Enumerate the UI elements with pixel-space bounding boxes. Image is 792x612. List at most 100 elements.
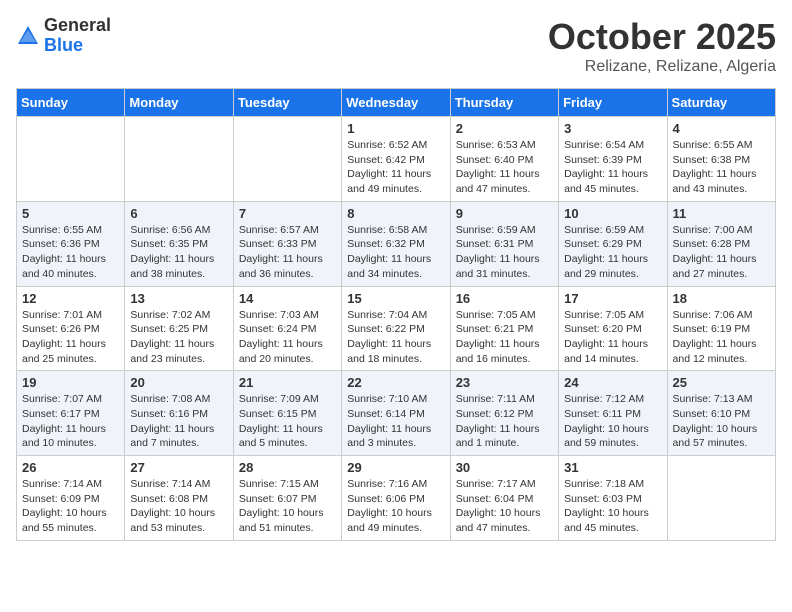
day-info: Sunrise: 7:05 AM Sunset: 6:20 PM Dayligh… [564, 308, 661, 367]
day-number: 29 [347, 460, 444, 475]
day-info: Sunrise: 7:01 AM Sunset: 6:26 PM Dayligh… [22, 308, 119, 367]
day-info: Sunrise: 7:00 AM Sunset: 6:28 PM Dayligh… [673, 223, 770, 282]
calendar-cell [233, 117, 341, 202]
day-number: 20 [130, 375, 227, 390]
day-info: Sunrise: 6:56 AM Sunset: 6:35 PM Dayligh… [130, 223, 227, 282]
day-number: 23 [456, 375, 553, 390]
page-header: General Blue October 2025 Relizane, Reli… [16, 16, 776, 76]
day-number: 15 [347, 291, 444, 306]
day-info: Sunrise: 7:16 AM Sunset: 6:06 PM Dayligh… [347, 477, 444, 536]
calendar-weekday-saturday: Saturday [667, 89, 775, 117]
calendar-cell: 31 Sunrise: 7:18 AM Sunset: 6:03 PM Dayli… [559, 456, 667, 541]
day-number: 22 [347, 375, 444, 390]
day-number: 27 [130, 460, 227, 475]
day-info: Sunrise: 6:58 AM Sunset: 6:32 PM Dayligh… [347, 223, 444, 282]
day-info: Sunrise: 6:59 AM Sunset: 6:29 PM Dayligh… [564, 223, 661, 282]
calendar-cell: 26 Sunrise: 7:14 AM Sunset: 6:09 PM Dayli… [17, 456, 125, 541]
day-number: 4 [673, 121, 770, 136]
title-section: October 2025 Relizane, Relizane, Algeria [548, 16, 776, 76]
calendar-cell: 20 Sunrise: 7:08 AM Sunset: 6:16 PM Dayli… [125, 371, 233, 456]
logo-icon [16, 24, 40, 48]
day-info: Sunrise: 7:10 AM Sunset: 6:14 PM Dayligh… [347, 392, 444, 451]
calendar-row-4: 19 Sunrise: 7:07 AM Sunset: 6:17 PM Dayli… [17, 371, 776, 456]
calendar-cell: 18Sunrise: 7:06 AM Sunset: 6:19 PM Dayli… [667, 286, 775, 371]
day-number: 13 [130, 291, 227, 306]
calendar-cell: 29 Sunrise: 7:16 AM Sunset: 6:06 PM Dayli… [342, 456, 450, 541]
day-number: 16 [456, 291, 553, 306]
day-info: Sunrise: 7:07 AM Sunset: 6:17 PM Dayligh… [22, 392, 119, 451]
day-info: Sunrise: 7:04 AM Sunset: 6:22 PM Dayligh… [347, 308, 444, 367]
calendar-cell: 14 Sunrise: 7:03 AM Sunset: 6:24 PM Dayli… [233, 286, 341, 371]
day-info: Sunrise: 7:09 AM Sunset: 6:15 PM Dayligh… [239, 392, 336, 451]
day-info: Sunrise: 6:52 AM Sunset: 6:42 PM Dayligh… [347, 138, 444, 197]
calendar-cell: 25Sunrise: 7:13 AM Sunset: 6:10 PM Dayli… [667, 371, 775, 456]
day-info: Sunrise: 7:17 AM Sunset: 6:04 PM Dayligh… [456, 477, 553, 536]
day-number: 21 [239, 375, 336, 390]
calendar-cell: 22 Sunrise: 7:10 AM Sunset: 6:14 PM Dayli… [342, 371, 450, 456]
calendar-weekday-sunday: Sunday [17, 89, 125, 117]
calendar-row-5: 26 Sunrise: 7:14 AM Sunset: 6:09 PM Dayli… [17, 456, 776, 541]
calendar-cell: 28 Sunrise: 7:15 AM Sunset: 6:07 PM Dayli… [233, 456, 341, 541]
calendar-cell: 7Sunrise: 6:57 AM Sunset: 6:33 PM Daylig… [233, 201, 341, 286]
day-number: 26 [22, 460, 119, 475]
calendar-cell: 24Sunrise: 7:12 AM Sunset: 6:11 PM Dayli… [559, 371, 667, 456]
day-number: 12 [22, 291, 119, 306]
day-info: Sunrise: 7:14 AM Sunset: 6:09 PM Dayligh… [22, 477, 119, 536]
day-info: Sunrise: 7:08 AM Sunset: 6:16 PM Dayligh… [130, 392, 227, 451]
calendar-cell: 21 Sunrise: 7:09 AM Sunset: 6:15 PM Dayli… [233, 371, 341, 456]
calendar-cell: 12 Sunrise: 7:01 AM Sunset: 6:26 PM Dayli… [17, 286, 125, 371]
calendar-cell: 13 Sunrise: 7:02 AM Sunset: 6:25 PM Dayli… [125, 286, 233, 371]
day-number: 1 [347, 121, 444, 136]
day-info: Sunrise: 6:54 AM Sunset: 6:39 PM Dayligh… [564, 138, 661, 197]
calendar-cell: 16Sunrise: 7:05 AM Sunset: 6:21 PM Dayli… [450, 286, 558, 371]
calendar-weekday-monday: Monday [125, 89, 233, 117]
calendar-header-row: SundayMondayTuesdayWednesdayThursdayFrid… [17, 89, 776, 117]
day-info: Sunrise: 7:13 AM Sunset: 6:10 PM Dayligh… [673, 392, 770, 451]
logo-blue: Blue [44, 36, 111, 56]
calendar-cell: 23 Sunrise: 7:11 AM Sunset: 6:12 PM Dayli… [450, 371, 558, 456]
day-info: Sunrise: 7:02 AM Sunset: 6:25 PM Dayligh… [130, 308, 227, 367]
day-info: Sunrise: 7:15 AM Sunset: 6:07 PM Dayligh… [239, 477, 336, 536]
day-number: 9 [456, 206, 553, 221]
day-info: Sunrise: 7:11 AM Sunset: 6:12 PM Dayligh… [456, 392, 553, 451]
subtitle: Relizane, Relizane, Algeria [548, 58, 776, 76]
calendar-cell: 15 Sunrise: 7:04 AM Sunset: 6:22 PM Dayli… [342, 286, 450, 371]
day-info: Sunrise: 7:06 AM Sunset: 6:19 PM Dayligh… [673, 308, 770, 367]
day-number: 7 [239, 206, 336, 221]
day-number: 8 [347, 206, 444, 221]
calendar-cell [667, 456, 775, 541]
day-number: 6 [130, 206, 227, 221]
day-info: Sunrise: 7:03 AM Sunset: 6:24 PM Dayligh… [239, 308, 336, 367]
calendar-cell: 19 Sunrise: 7:07 AM Sunset: 6:17 PM Dayli… [17, 371, 125, 456]
calendar-cell: 10 Sunrise: 6:59 AM Sunset: 6:29 PM Dayli… [559, 201, 667, 286]
month-title: October 2025 [548, 16, 776, 58]
calendar-weekday-thursday: Thursday [450, 89, 558, 117]
day-number: 19 [22, 375, 119, 390]
day-info: Sunrise: 6:53 AM Sunset: 6:40 PM Dayligh… [456, 138, 553, 197]
calendar-weekday-friday: Friday [559, 89, 667, 117]
day-number: 10 [564, 206, 661, 221]
day-number: 14 [239, 291, 336, 306]
logo-general: General [44, 16, 111, 36]
logo: General Blue [16, 16, 111, 56]
calendar-cell: 27 Sunrise: 7:14 AM Sunset: 6:08 PM Dayli… [125, 456, 233, 541]
day-number: 31 [564, 460, 661, 475]
day-info: Sunrise: 7:12 AM Sunset: 6:11 PM Dayligh… [564, 392, 661, 451]
day-info: Sunrise: 7:14 AM Sunset: 6:08 PM Dayligh… [130, 477, 227, 536]
day-number: 2 [456, 121, 553, 136]
day-info: Sunrise: 6:55 AM Sunset: 6:36 PM Dayligh… [22, 223, 119, 282]
day-number: 28 [239, 460, 336, 475]
day-info: Sunrise: 7:18 AM Sunset: 6:03 PM Dayligh… [564, 477, 661, 536]
day-number: 11 [673, 206, 770, 221]
calendar-cell: 9 Sunrise: 6:59 AM Sunset: 6:31 PM Daylig… [450, 201, 558, 286]
calendar-cell: 17Sunrise: 7:05 AM Sunset: 6:20 PM Dayli… [559, 286, 667, 371]
calendar-weekday-tuesday: Tuesday [233, 89, 341, 117]
day-number: 30 [456, 460, 553, 475]
calendar-cell: 11 Sunrise: 7:00 AM Sunset: 6:28 PM Dayli… [667, 201, 775, 286]
calendar-cell: 4Sunrise: 6:55 AM Sunset: 6:38 PM Daylig… [667, 117, 775, 202]
day-info: Sunrise: 6:59 AM Sunset: 6:31 PM Dayligh… [456, 223, 553, 282]
calendar-cell: 30 Sunrise: 7:17 AM Sunset: 6:04 PM Dayli… [450, 456, 558, 541]
calendar-cell: 2 Sunrise: 6:53 AM Sunset: 6:40 PM Daylig… [450, 117, 558, 202]
calendar-cell: 6 Sunrise: 6:56 AM Sunset: 6:35 PM Daylig… [125, 201, 233, 286]
calendar-row-1: 1 Sunrise: 6:52 AM Sunset: 6:42 PM Daylig… [17, 117, 776, 202]
